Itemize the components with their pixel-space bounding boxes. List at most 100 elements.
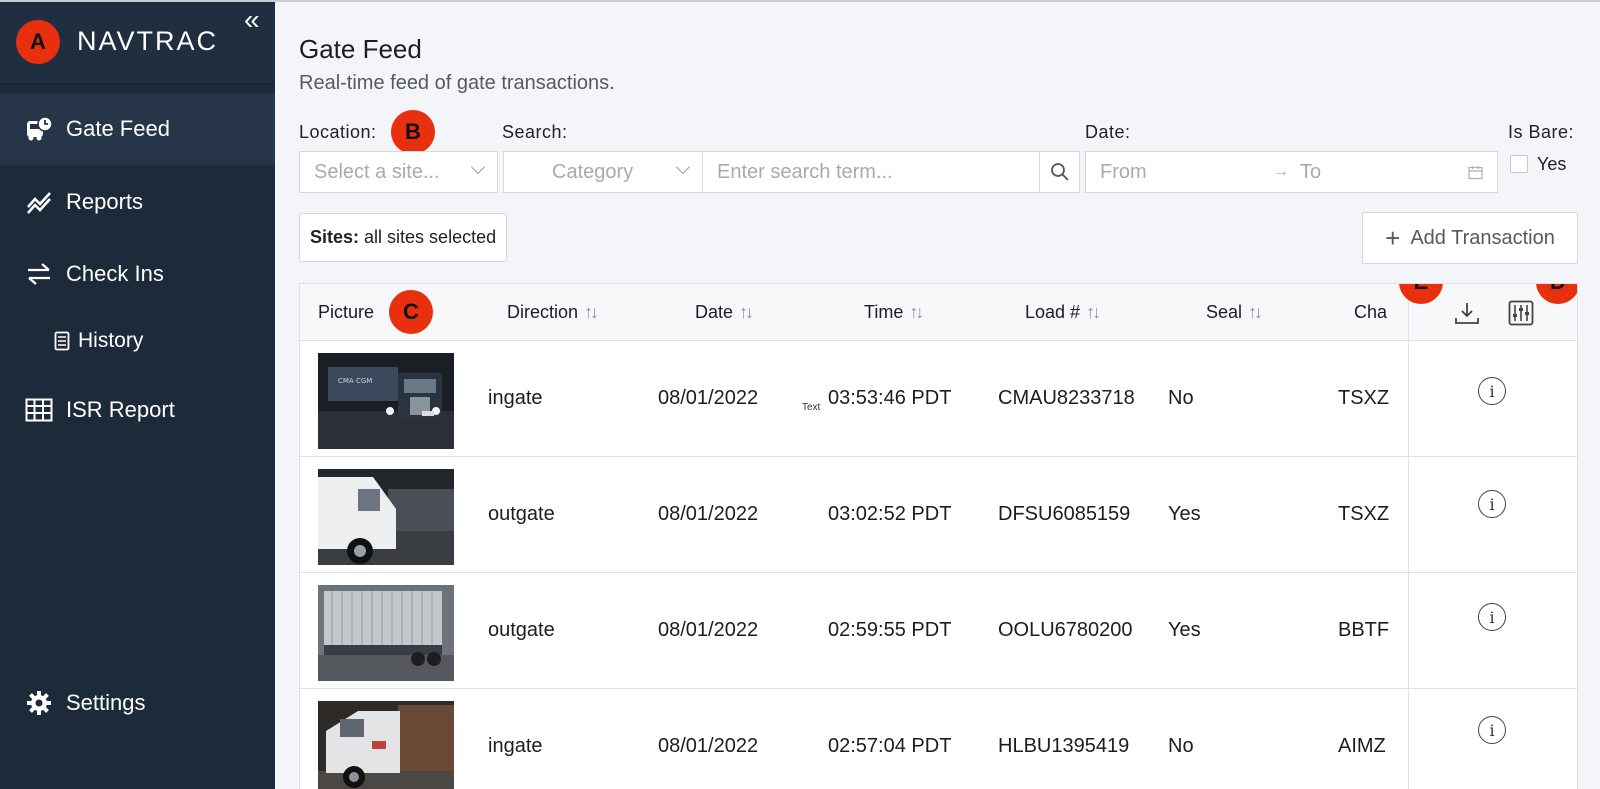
sort-icon[interactable]: ↑↓ [1086,302,1101,322]
sites-selector-button[interactable]: Sites: all sites selected [299,213,508,262]
nav-label: History [78,329,144,352]
actions-header: E D [1399,284,1577,341]
search-button[interactable] [1039,151,1080,193]
nav-item-reports[interactable]: Reports [0,166,275,238]
nav-label: Settings [66,690,146,715]
is-bare-checkbox[interactable] [1510,155,1528,173]
category-select[interactable]: Category [503,151,703,193]
brand-bar: A NAVTRAC « [0,2,275,84]
table-row[interactable]: outgate 08/01/2022 03:02:52 PDT DFSU6085… [300,457,1577,573]
nav-item-isr-report[interactable]: ISR Report [0,374,275,446]
chassis-cell: BBTF [1338,619,1390,641]
plus-icon: + [1385,222,1401,253]
svg-text:CMA CGM: CMA CGM [338,377,372,385]
location-placeholder: Select a site... [314,160,440,183]
date-to[interactable]: To [1300,161,1321,184]
document-list-icon [52,326,72,356]
row-divider [1409,688,1577,689]
truck-photo[interactable]: CMA CGM [318,353,454,449]
direction-cell: ingate [488,735,543,757]
seal-cell: No [1168,735,1194,757]
truck-photo[interactable] [318,469,454,565]
nav-label: Gate Feed [66,116,170,141]
nav-item-gate-feed[interactable]: Gate Feed [0,93,275,165]
nav-item-settings[interactable]: Settings [0,667,275,739]
table-row[interactable]: ingate 08/01/2022 02:57:04 PDT HLBU13954… [300,689,1577,789]
load-cell: HLBU1395419 [998,735,1130,757]
info-icon[interactable]: i [1478,603,1506,631]
sort-icon[interactable]: ↑↓ [1248,302,1263,322]
sort-icon[interactable]: ↑↓ [739,302,754,322]
chassis-cell: TSXZ [1338,503,1390,525]
is-bare-option-label: Yes [1537,154,1567,174]
trend-chart-icon [24,187,54,217]
date-from[interactable]: From [1100,161,1147,184]
table-row[interactable]: outgate 08/01/2022 02:59:55 PDT OOLU6780… [300,573,1577,689]
nav-label: Check Ins [66,261,164,286]
column-date[interactable]: Date ↑↓ [695,302,754,323]
category-placeholder: Category [552,160,634,183]
table-row[interactable]: CMA CGM ingate 08/01/2022 Text 03:53:46 … [300,341,1577,457]
row-divider [1409,456,1577,457]
info-icon[interactable]: i [1478,377,1506,405]
direction-cell: ingate [488,387,543,409]
seal-cell: Yes [1168,619,1201,641]
chassis-cell: AIMZ [1338,735,1386,757]
time-cell: 03:53:46 PDT [828,387,952,409]
annotation-badge-b: B [391,110,435,154]
add-transaction-button[interactable]: + Add Transaction [1362,212,1578,264]
time-cell: 03:02:52 PDT [828,503,952,525]
column-load[interactable]: Load # ↑↓ [1025,302,1101,323]
sites-value: all sites selected [364,227,497,247]
collapse-sidebar-icon[interactable]: « [244,4,259,36]
page-title: Gate Feed [299,34,422,64]
direction-cell: outgate [488,619,555,641]
gear-icon [24,688,54,718]
column-seal[interactable]: Seal ↑↓ [1206,302,1263,323]
main-content: Gate Feed Real-time feed of gate transac… [275,2,1600,789]
info-icon[interactable]: i [1478,490,1506,518]
column-label: Date [695,302,734,322]
nav-item-history[interactable]: History [0,305,275,377]
column-direction[interactable]: Direction ↑↓ [507,302,599,323]
truck-clock-icon [24,114,54,144]
column-label: Time [864,302,904,322]
search-input[interactable]: Enter search term... [702,151,1040,193]
direction-cell: outgate [488,503,555,525]
sort-icon[interactable]: ↑↓ [584,302,599,322]
sites-prefix: Sites: [310,227,360,247]
truck-photo[interactable] [318,585,454,681]
annotation-badge-c: C [389,290,433,334]
is-bare-label: Is Bare: [1508,122,1575,142]
add-transaction-label: Add Transaction [1410,226,1555,249]
chevron-down-icon [675,159,691,175]
search-label: Search: [502,122,568,142]
column-settings-icon[interactable] [1508,300,1534,326]
date-label: Date: [1085,122,1131,142]
location-select[interactable]: Select a site... [299,151,498,193]
date-range-picker[interactable]: From → To [1085,151,1498,193]
column-time[interactable]: Time ↑↓ [864,302,924,323]
stray-text: Text [802,402,821,413]
date-arrow: → [1273,163,1289,180]
annotation-badge-d: D [1536,284,1577,304]
row-divider [1409,572,1577,573]
chevron-down-icon [470,159,486,175]
search-placeholder: Enter search term... [717,160,893,183]
nav-item-check-ins[interactable]: Check Ins [0,238,275,310]
truck-photo[interactable] [318,701,454,789]
annotation-badge-a: A [16,20,60,64]
download-icon[interactable] [1454,300,1480,326]
actions-column: E D i i i i [1399,284,1577,789]
sort-icon[interactable]: ↑↓ [909,302,924,322]
column-picture: Picture [318,302,375,322]
date-cell: 08/01/2022 [658,503,759,525]
table-grid-icon [24,395,54,425]
sidebar: A NAVTRAC « Gate Feed Reports Check Ins … [0,2,275,789]
gate-feed-table: Picture Direction ↑↓ Date ↑↓ Time ↑↓ Load #… [299,283,1578,789]
table-header: Picture Direction ↑↓ Date ↑↓ Time ↑↓ Load #… [300,284,1577,341]
location-label: Location: [299,122,377,142]
chassis-cell: TSXZ [1338,387,1390,409]
info-icon[interactable]: i [1478,716,1506,744]
column-chassis[interactable]: Cha [1354,302,1387,323]
